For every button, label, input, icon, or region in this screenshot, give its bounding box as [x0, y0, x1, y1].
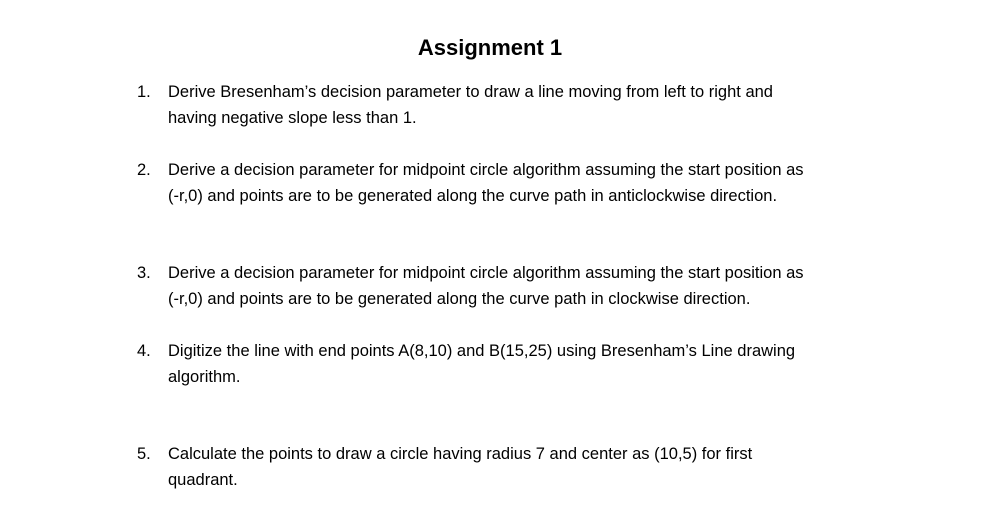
page-title: Assignment 1 — [417, 35, 563, 60]
question-line: Digitize the line with end points A(8,10… — [168, 342, 796, 360]
question-item-4: 4. Digitize the line with end points A(8… — [137, 338, 897, 390]
question-number: 1. — [137, 83, 151, 101]
question-line: Derive a decision parameter for midpoint… — [168, 161, 804, 179]
question-text: Derive a decision parameter for midpoint… — [168, 260, 897, 312]
question-line: quadrant. — [168, 471, 238, 489]
question-item-2: 2. Derive a decision parameter for midpo… — [137, 157, 897, 209]
question-number: 4. — [137, 342, 151, 360]
question-number: 5. — [137, 445, 151, 463]
question-line: Calculate the points to draw a circle ha… — [168, 445, 753, 463]
question-item-1: 1. Derive Bresenham’s decision parameter… — [137, 79, 897, 131]
question-item-5: 5. Calculate the points to draw a circle… — [137, 441, 897, 493]
question-item-3: 3. Derive a decision parameter for midpo… — [137, 260, 897, 312]
question-text: Derive Bresenham’s decision parameter to… — [168, 79, 897, 131]
question-line: Derive Bresenham’s decision parameter to… — [168, 83, 773, 101]
question-number: 3. — [137, 264, 151, 282]
question-number: 2. — [137, 161, 151, 179]
question-line: algorithm. — [168, 368, 241, 386]
question-line: having negative slope less than 1. — [168, 109, 417, 127]
question-text: Digitize the line with end points A(8,10… — [168, 338, 897, 390]
question-line: (-r,0) and points are to be generated al… — [168, 187, 778, 205]
question-text: Derive a decision parameter for midpoint… — [168, 157, 897, 209]
question-text: Calculate the points to draw a circle ha… — [168, 441, 897, 493]
question-line: Derive a decision parameter for midpoint… — [168, 264, 804, 282]
question-line: (-r,0) and points are to be generated al… — [168, 290, 751, 308]
